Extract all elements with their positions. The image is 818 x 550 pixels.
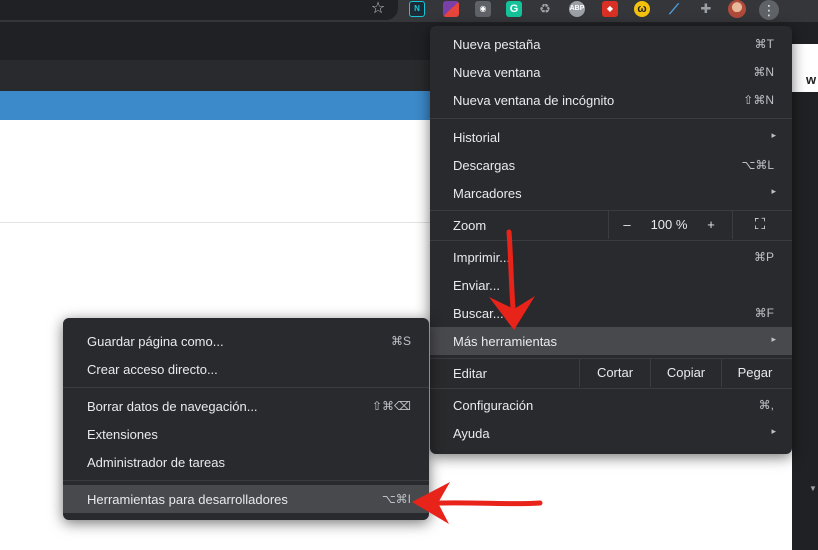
left-arrow-annotation — [412, 482, 543, 524]
annotation-arrows — [412, 229, 543, 524]
down-arrow-annotation — [489, 229, 535, 330]
